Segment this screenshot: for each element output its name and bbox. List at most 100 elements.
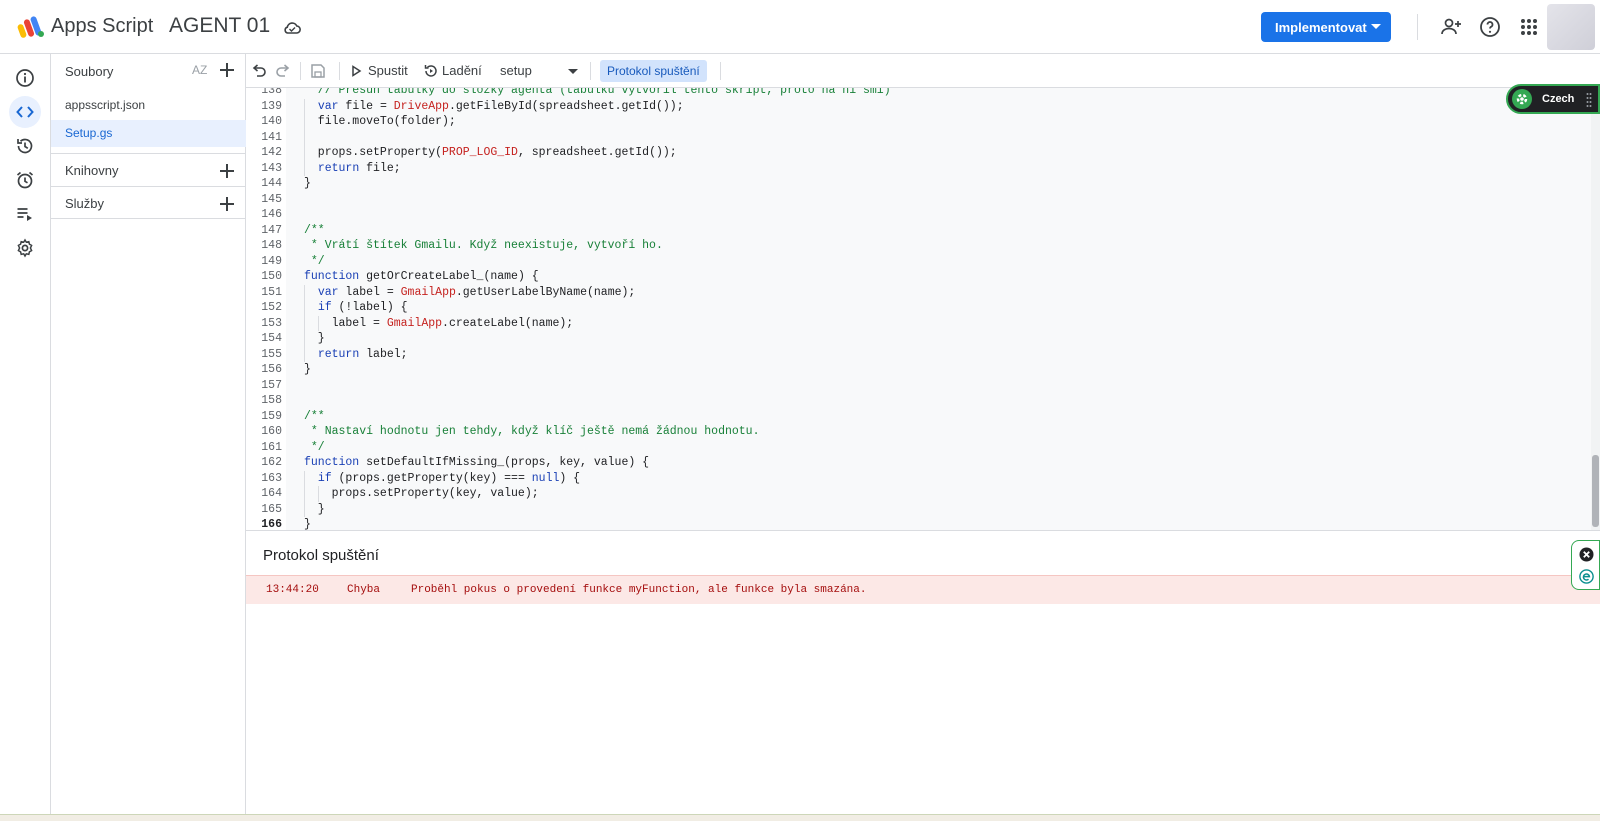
gear-icon bbox=[17, 238, 33, 258]
execution-log-button[interactable]: Protokol spuštění bbox=[600, 60, 707, 82]
code-line[interactable]: 150 function getOrCreateLabel_(name) { bbox=[246, 269, 1591, 285]
files-title: Soubory bbox=[65, 64, 114, 79]
line-number: 141 bbox=[261, 130, 282, 144]
code-text: props.setProperty(key, value); bbox=[304, 487, 539, 500]
code-line[interactable]: 138 // Přesun tabulky do složky agenta (… bbox=[246, 88, 1591, 99]
translate-widget[interactable]: Czech bbox=[1506, 84, 1600, 114]
code-line[interactable]: 156} bbox=[246, 362, 1591, 378]
play-icon bbox=[352, 65, 362, 77]
sort-az-icon[interactable]: AZ bbox=[192, 63, 207, 77]
code-line[interactable]: 153 label = GmailApp.createLabel(name); bbox=[246, 316, 1591, 332]
code-line[interactable]: 143 return file; bbox=[246, 161, 1591, 177]
extension-e-icon[interactable] bbox=[1579, 569, 1594, 584]
indent-guide bbox=[304, 98, 305, 176]
log-entry-level: Chyba bbox=[347, 584, 381, 596]
settings-button[interactable] bbox=[9, 232, 41, 264]
services-section[interactable]: Služby bbox=[51, 186, 246, 219]
code-line[interactable]: 166} bbox=[246, 517, 1591, 530]
code-line[interactable]: 148 * Vrátí štítek Gmailu. Když neexistu… bbox=[246, 238, 1591, 254]
code-line[interactable]: 158 bbox=[246, 393, 1591, 409]
editor-scrollbar-thumb[interactable] bbox=[1592, 455, 1599, 527]
indent-guide bbox=[318, 315, 319, 331]
translate-gear-icon[interactable] bbox=[1512, 89, 1532, 109]
left-nav-rail bbox=[0, 54, 51, 814]
file-item-appsscript-json[interactable]: appsscript.json bbox=[51, 92, 246, 119]
line-number: 148 bbox=[261, 239, 282, 252]
code-line[interactable]: 152 if (!label) { bbox=[246, 300, 1591, 316]
save-icon[interactable] bbox=[309, 62, 327, 80]
triggers-button[interactable] bbox=[9, 164, 41, 196]
line-number: 144 bbox=[261, 177, 282, 190]
bottom-taskbar-strip bbox=[0, 814, 1600, 821]
info-icon bbox=[16, 69, 34, 87]
code-line[interactable]: 163 if (props.getProperty(key) === null)… bbox=[246, 471, 1591, 487]
code-text: } bbox=[304, 363, 311, 376]
code-text: // Přesun tabulky do složky agenta (tabu… bbox=[304, 88, 891, 97]
close-icon[interactable] bbox=[1579, 547, 1594, 562]
code-line[interactable]: 155 return label; bbox=[246, 347, 1591, 363]
code-text: return file; bbox=[317, 161, 401, 175]
code-line[interactable]: 142 props.setProperty(PROP_LOG_ID, sprea… bbox=[246, 145, 1591, 161]
history-icon bbox=[17, 138, 33, 154]
code-icon bbox=[16, 106, 34, 118]
toolbar-divider bbox=[720, 62, 721, 80]
code-line[interactable]: 140 file.moveTo(folder); bbox=[246, 114, 1591, 130]
debug-button[interactable]: Ladění bbox=[442, 63, 482, 78]
redo-icon[interactable] bbox=[274, 62, 292, 80]
line-number: 143 bbox=[261, 161, 282, 175]
code-line[interactable]: 157 bbox=[246, 378, 1591, 394]
code-line[interactable]: 146 bbox=[246, 207, 1591, 223]
log-entry-message: Proběhl pokus o provedení funkce myFunct… bbox=[411, 584, 867, 596]
libraries-section[interactable]: Knihovny bbox=[51, 153, 246, 186]
code-line[interactable]: 144} bbox=[246, 176, 1591, 192]
line-number: 146 bbox=[261, 208, 282, 221]
drag-handle-icon[interactable] bbox=[1586, 92, 1592, 108]
undo-icon[interactable] bbox=[250, 62, 268, 80]
apps-grid-icon[interactable] bbox=[1517, 15, 1541, 39]
project-title[interactable]: AGENT 01 bbox=[169, 14, 270, 38]
code-line[interactable]: 164 props.setProperty(key, value); bbox=[246, 486, 1591, 502]
header-divider bbox=[1417, 14, 1418, 40]
overview-button[interactable] bbox=[9, 62, 41, 94]
file-item-setup-gs[interactable]: Setup.gs bbox=[51, 120, 246, 147]
add-person-icon[interactable] bbox=[1439, 15, 1463, 39]
brand-name: Apps Script bbox=[51, 15, 154, 37]
code-text: */ bbox=[304, 440, 325, 454]
code-text: /** bbox=[304, 223, 325, 237]
code-line[interactable]: 141 bbox=[246, 130, 1591, 146]
deploy-button[interactable]: Implementovat bbox=[1261, 12, 1391, 42]
code-line[interactable]: 149 */ bbox=[246, 254, 1591, 270]
code-text: var file = DriveApp.getFileById(spreadsh… bbox=[317, 99, 684, 113]
add-service-icon[interactable] bbox=[219, 196, 235, 212]
playlist-icon bbox=[17, 208, 32, 221]
code-line[interactable]: 160 * Nastaví hodnotu jen tehdy, když kl… bbox=[246, 424, 1591, 440]
code-editor[interactable]: 138 // Přesun tabulky do složky agenta (… bbox=[246, 88, 1591, 530]
code-line[interactable]: 151 var label = GmailApp.getUserLabelByN… bbox=[246, 285, 1591, 301]
code-line[interactable]: 145 bbox=[246, 192, 1591, 208]
history-button[interactable] bbox=[9, 130, 41, 162]
line-number: 149 bbox=[261, 254, 282, 268]
line-number: 139 bbox=[261, 99, 282, 113]
editor-button[interactable] bbox=[9, 96, 41, 128]
code-text: file.moveTo(folder); bbox=[304, 115, 456, 128]
code-line[interactable]: 147 /** bbox=[246, 223, 1591, 239]
code-text: var label = GmailApp.getUserLabelByName(… bbox=[317, 285, 636, 299]
code-line[interactable]: 162 function setDefaultIfMissing_(props, … bbox=[246, 455, 1591, 471]
run-button[interactable]: Spustit bbox=[368, 63, 408, 78]
chevron-down-icon[interactable] bbox=[568, 69, 578, 74]
executions-button[interactable] bbox=[9, 198, 41, 230]
code-text: if (props.getProperty(key) === null) { bbox=[317, 471, 581, 485]
code-line[interactable]: 159 /** bbox=[246, 409, 1591, 425]
add-file-icon[interactable] bbox=[219, 62, 235, 78]
line-number: 161 bbox=[261, 440, 282, 454]
account-avatar[interactable] bbox=[1547, 4, 1595, 50]
add-library-icon[interactable] bbox=[219, 163, 235, 179]
execution-log-panel: Protokol spuštění 13:44:20 Chyba Proběhl… bbox=[246, 530, 1600, 814]
help-icon[interactable] bbox=[1478, 15, 1502, 39]
code-text: } bbox=[304, 177, 311, 190]
code-line[interactable]: 165 } bbox=[246, 502, 1591, 518]
code-line[interactable]: 139 var file = DriveApp.getFileById(spre… bbox=[246, 99, 1591, 115]
code-line[interactable]: 154 } bbox=[246, 331, 1591, 347]
code-line[interactable]: 161 */ bbox=[246, 440, 1591, 456]
line-number: 138 bbox=[261, 88, 282, 97]
